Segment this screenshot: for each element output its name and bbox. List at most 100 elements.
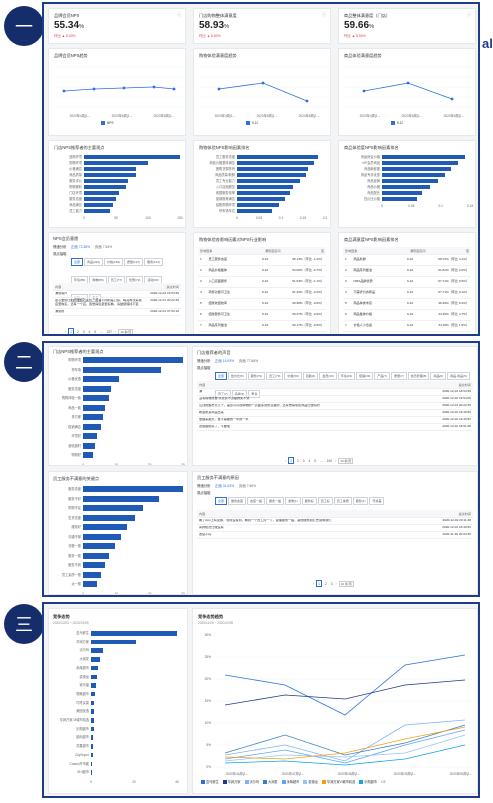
filter-tag[interactable]: 产品(7)	[374, 372, 391, 380]
filter-tag[interactable]: 质量(127)	[124, 258, 144, 266]
legend-label: 沃尔玛	[249, 780, 260, 784]
table-header: 内容 提交时间	[53, 283, 181, 291]
legend-swatch	[201, 779, 205, 784]
bar-track	[84, 167, 180, 171]
axis-tick-label: 2020年6周(1...	[111, 114, 133, 118]
filter-tag[interactable]: 全部	[215, 372, 228, 380]
legend-item[interactable]: 乐购超市	[359, 779, 377, 784]
filter-tag[interactable]: 价格(59)	[284, 372, 302, 380]
page-number[interactable]: ...	[319, 458, 324, 463]
legend-item[interactable]: 麦德龙	[303, 779, 318, 784]
prev-page-icon[interactable]: ‹	[285, 459, 286, 463]
next-page-icon[interactable]: ›	[115, 330, 116, 334]
legend-item[interactable]: 盒马鲜生	[201, 779, 219, 784]
filter-tag[interactable]: 商品-商品(5)	[447, 372, 470, 380]
page-number[interactable]: 3	[82, 329, 86, 334]
bar-mark	[382, 173, 446, 177]
filter-tag[interactable]: 全部	[215, 497, 228, 505]
filter-tag[interactable]: 服务好	[301, 497, 317, 505]
filter-tag[interactable]: 员工(73)	[266, 372, 284, 380]
card-title: 门店推荐者的声音	[197, 350, 231, 355]
legend-item[interactable]: 永辉超市	[281, 779, 299, 784]
filter-tag[interactable]: 服务一般	[266, 497, 285, 505]
page-number[interactable]: 2	[324, 581, 328, 586]
bar-category-label: 性价比价格	[364, 197, 380, 201]
next-page-icon[interactable]: ›	[335, 459, 336, 463]
bar-mark	[83, 452, 93, 458]
page-number[interactable]: 5	[93, 329, 97, 334]
filter-tag[interactable]: 环境(43)	[337, 372, 356, 380]
legend-item[interactable]: 大润发	[263, 779, 278, 784]
bar-mark	[83, 505, 143, 511]
table-header: 影响因素 满意度区间 值	[343, 247, 471, 255]
legend-item[interactable]: 华润万家	[222, 779, 241, 784]
legend-item[interactable]: 沃尔玛	[244, 779, 260, 784]
page-number[interactable]: 1	[316, 580, 322, 587]
page-number[interactable]: 4	[88, 329, 92, 334]
page-number[interactable]: 2	[76, 329, 80, 334]
legend-item[interactable]: 华润万家Vi城市精选	[321, 779, 355, 784]
filter-tag[interactable]: 素质(1)	[285, 497, 301, 505]
table-cell: 价格人小合适	[353, 323, 373, 328]
filter-tag[interactable]: 性价比(5)	[228, 372, 247, 380]
filter-tag[interactable]: 自助(4)	[302, 372, 319, 380]
page-number[interactable]: 1	[288, 457, 294, 464]
filter-tag[interactable]: 服务态度	[228, 497, 247, 505]
page-size-select[interactable]: 10 条/页	[338, 580, 354, 587]
page-size-select[interactable]: 10 条/页	[338, 457, 354, 464]
sentiment-negative-radio[interactable]: 负面 7.69%	[239, 483, 256, 488]
table-cell: 2020-12-02 18:51:48	[442, 425, 471, 428]
filter-tag[interactable]: 服务(73)	[247, 372, 266, 380]
axis-tick-label: 0%	[206, 765, 211, 769]
page-number[interactable]: 1	[68, 328, 74, 334]
sentiment-negative-radio[interactable]: 负面 7.54%	[95, 244, 112, 249]
bar-category-label: 停车场车位	[219, 209, 235, 213]
filter-tag[interactable]: 环境差	[369, 497, 385, 505]
prev-page-icon[interactable]: ‹	[65, 330, 66, 334]
sentiment-positive-radio[interactable]: 正面 31.63%	[215, 483, 234, 488]
filter-tag[interactable]: 质量(7)	[391, 372, 407, 380]
page-number[interactable]: 237	[106, 329, 113, 334]
filter-tag[interactable]: 全部	[71, 258, 84, 266]
filter-tag[interactable]: 员工素质	[333, 497, 352, 505]
filter-tag[interactable]: 商品(6)	[430, 372, 447, 380]
sentiment-negative-radio[interactable]: 负面 77.66%	[239, 358, 258, 363]
trend-point	[92, 87, 96, 91]
legend-page[interactable]: 1/3	[381, 780, 385, 784]
legend-swatch	[359, 779, 364, 784]
table-row: 满意的 2020-12-01 07:52:10	[53, 309, 181, 316]
bar-mark	[83, 495, 159, 502]
filter-tag[interactable]: 价格(184)	[104, 258, 124, 266]
page-number[interactable]: 2	[296, 458, 300, 463]
filter-tag[interactable]: 态度一般	[247, 497, 266, 505]
filter-tag[interactable]: 服务(114)	[144, 258, 163, 266]
page-number[interactable]: 5	[313, 458, 317, 463]
table-row: 这些都挺好了，不要啦 2020-12-02 18:51:48	[197, 424, 473, 431]
bar-mark	[84, 197, 116, 201]
bar-category-label: 促销推荐满意	[215, 197, 235, 201]
page-size-select[interactable]: 10 条/页	[118, 328, 134, 334]
sentiment-positive-radio[interactable]: 正面 14.93%	[215, 358, 234, 363]
bar-category-label: 永辉超市	[76, 665, 89, 670]
page-number[interactable]: 3	[330, 581, 334, 586]
bar-track	[91, 770, 177, 775]
page-number[interactable]: ...	[99, 329, 104, 334]
filter-tag[interactable]: 会员管理(8)	[407, 372, 430, 380]
page-number[interactable]: 4	[308, 458, 312, 463]
filter-tag[interactable]: 服务(1)	[352, 497, 369, 505]
filter-tag[interactable]: 会员(16)	[319, 372, 337, 380]
bar-track	[83, 357, 183, 363]
bar-category-label: 服务一般	[68, 553, 81, 558]
page-number[interactable]: 3	[302, 458, 306, 463]
table-cell: 54.06%（环比 -0.7%）	[292, 268, 324, 273]
filter-tag[interactable]: 商品(224)	[84, 258, 104, 266]
prev-page-icon[interactable]: ‹	[313, 582, 314, 586]
kpi-value-wrap: 55.34%	[54, 20, 84, 31]
filter-tag[interactable]: 员工好	[317, 497, 333, 505]
table-cell: 入口店面服务	[208, 279, 228, 284]
filter-tag[interactable]: 促销(39)	[356, 372, 374, 380]
sentiment-positive-radio[interactable]: 正面 72.38%	[71, 244, 90, 249]
next-page-icon[interactable]: ›	[336, 582, 337, 586]
table-cell: 9-10	[262, 279, 269, 284]
page-number[interactable]: 100	[326, 458, 333, 463]
